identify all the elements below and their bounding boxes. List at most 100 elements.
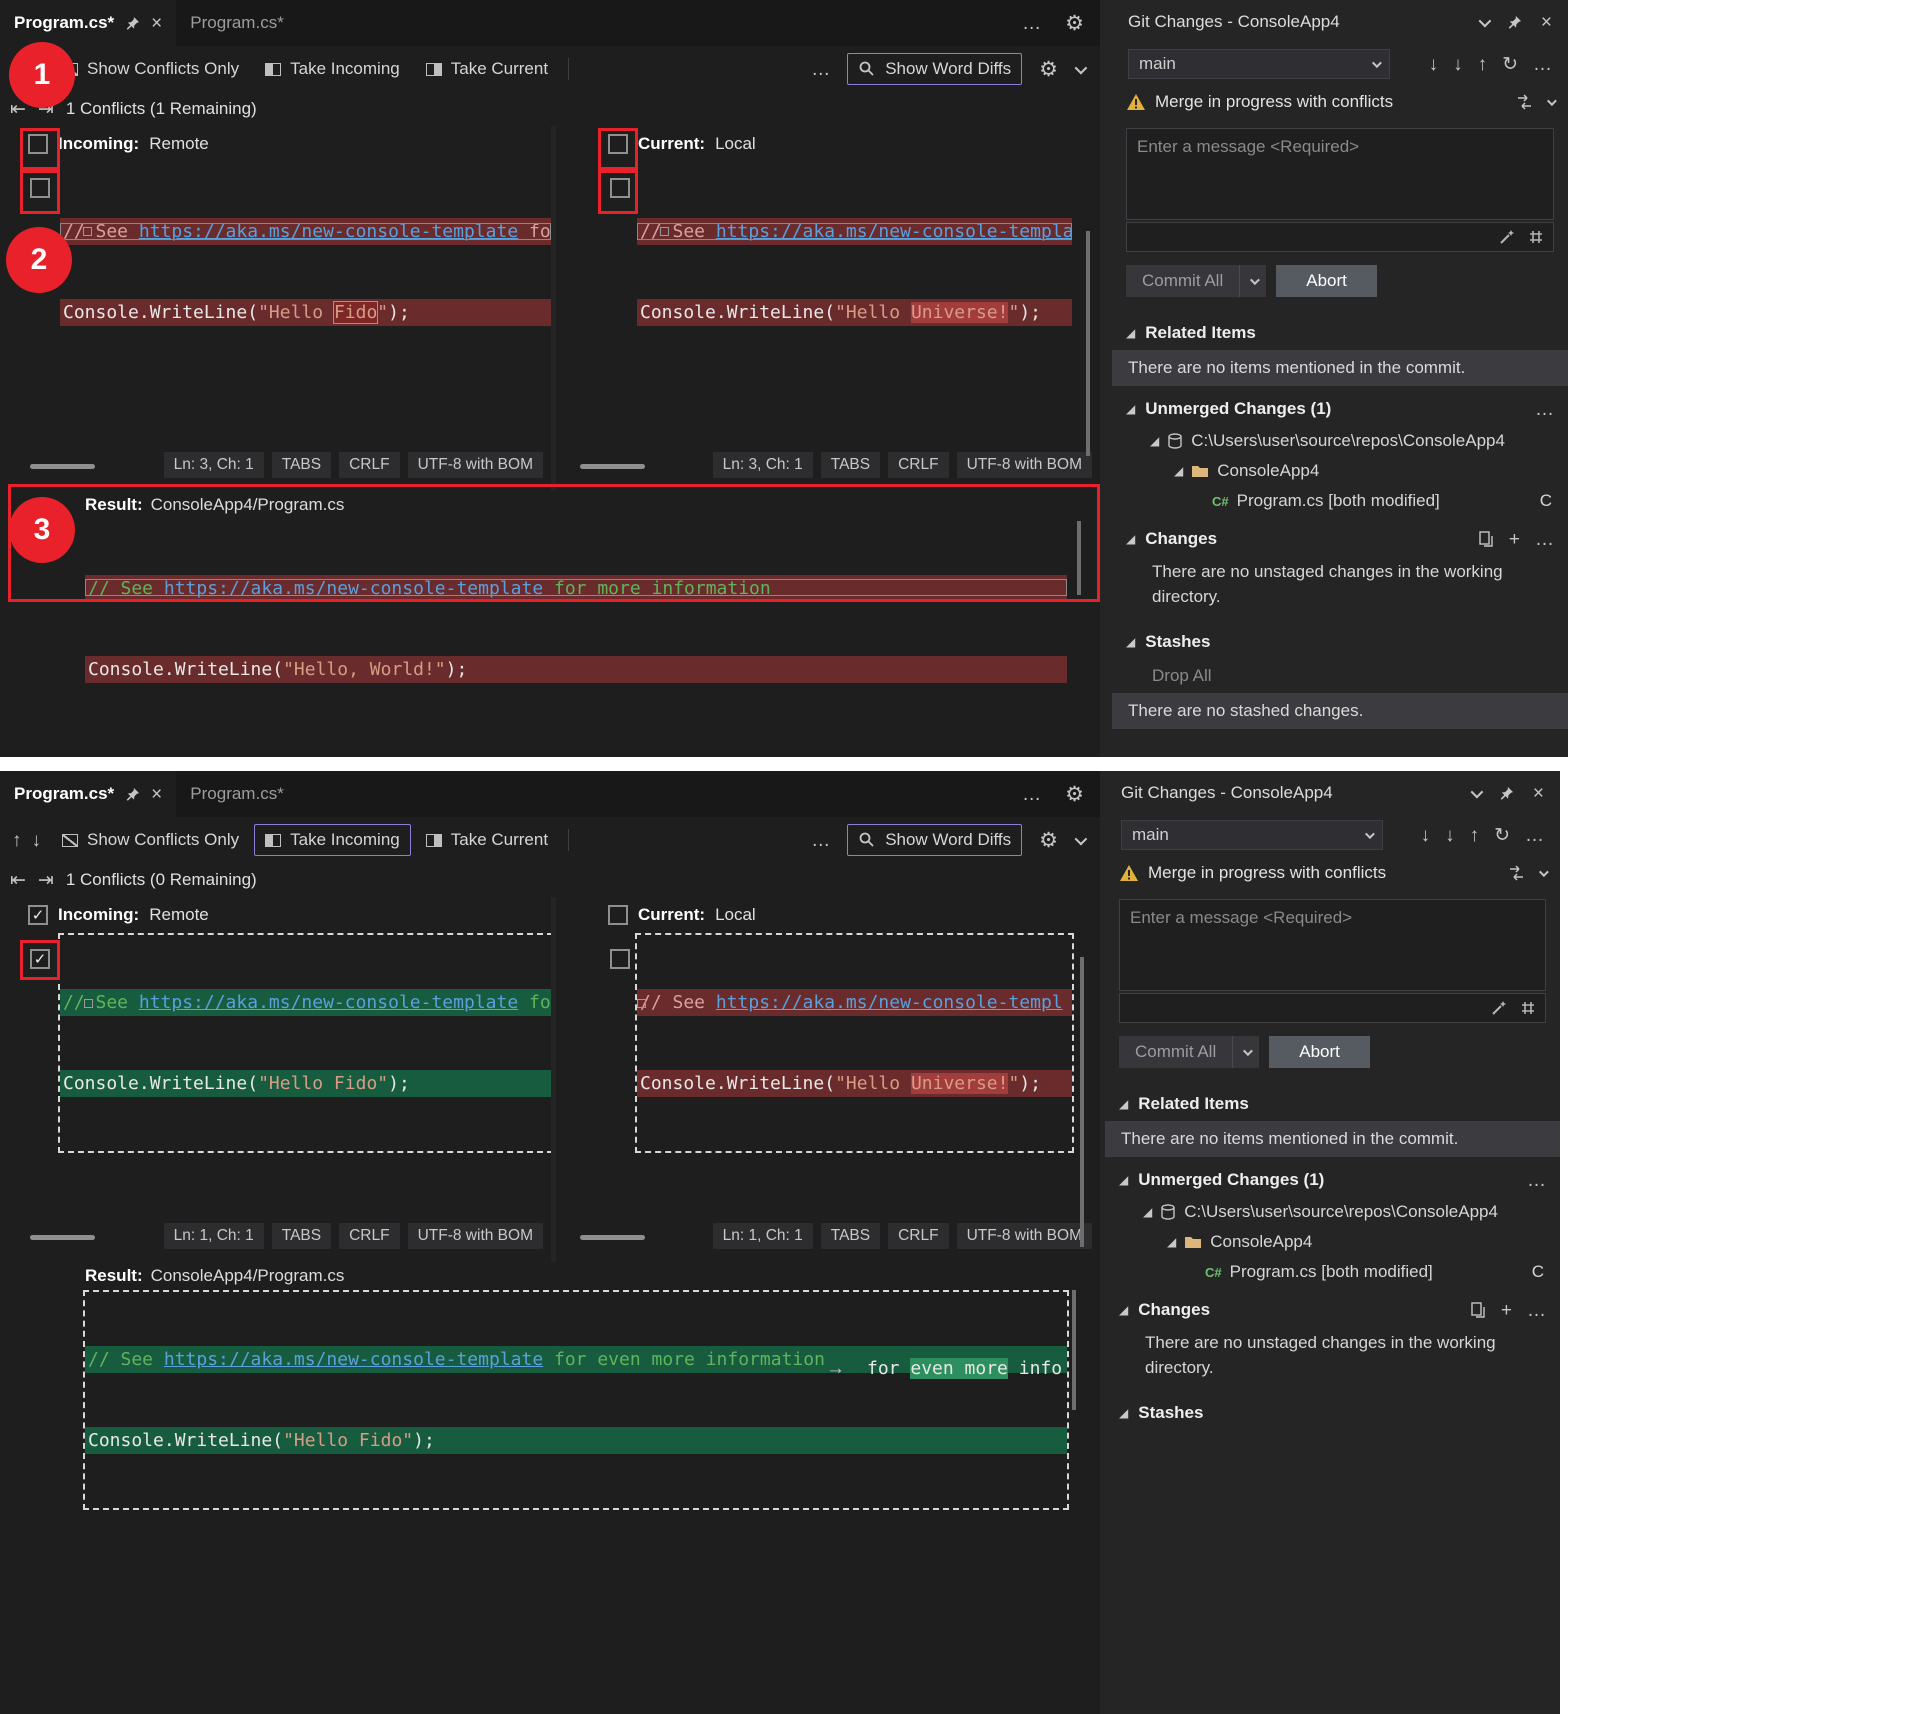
commit-message-input[interactable]: Enter a message <Required> xyxy=(1126,128,1554,220)
show-word-diffs-button[interactable]: Show Word Diffs xyxy=(847,824,1022,856)
expander-icon[interactable]: ◢ xyxy=(1150,434,1159,448)
chevron-down-icon[interactable] xyxy=(1478,14,1491,27)
more-tabs-icon[interactable]: … xyxy=(1022,14,1041,33)
prev-conflict-icon[interactable]: ↑ xyxy=(12,831,22,850)
more-tabs-icon[interactable]: … xyxy=(1022,785,1041,804)
wand-icon[interactable] xyxy=(1499,229,1515,245)
close-icon[interactable]: × xyxy=(1541,13,1552,32)
changes-section[interactable]: ◢ Changes + … xyxy=(1105,1291,1560,1327)
branch-selector[interactable]: main xyxy=(1128,49,1390,79)
compare-files-icon[interactable] xyxy=(1470,1302,1486,1318)
changes-section[interactable]: ◢ Changes + … xyxy=(1112,520,1568,556)
branch-compare-icon[interactable] xyxy=(1515,94,1534,110)
close-icon[interactable]: × xyxy=(151,785,162,804)
vertical-scrollbar[interactable] xyxy=(1086,231,1090,456)
wand-icon[interactable] xyxy=(1491,1000,1507,1016)
commit-options-dropdown[interactable] xyxy=(1239,265,1266,297)
goto-last-conflict-icon[interactable]: ⇥ xyxy=(38,871,54,890)
chevron-down-icon[interactable] xyxy=(1539,867,1549,877)
expander-icon[interactable]: ◢ xyxy=(1143,1205,1152,1219)
pin-icon[interactable] xyxy=(1499,786,1514,801)
take-incoming-button[interactable]: Take Incoming xyxy=(254,824,411,856)
tab-program-cs[interactable]: Program.cs* × xyxy=(0,771,176,817)
show-word-diffs-button[interactable]: Show Word Diffs xyxy=(847,53,1022,85)
commit-message-input[interactable]: Enter a message <Required> xyxy=(1119,899,1546,991)
expander-icon[interactable]: ◢ xyxy=(1126,402,1135,416)
ellipsis-icon[interactable]: … xyxy=(1527,1301,1546,1320)
related-items-section[interactable]: ◢ Related Items xyxy=(1105,1085,1560,1121)
take-current-button[interactable]: Take Current xyxy=(415,824,559,856)
abort-button[interactable]: Abort xyxy=(1269,1036,1370,1068)
current-checkbox[interactable] xyxy=(608,905,628,925)
status-tabs[interactable]: TABS xyxy=(821,1223,880,1249)
status-line-col[interactable]: Ln: 3, Ch: 1 xyxy=(713,452,813,478)
expander-icon[interactable]: ◢ xyxy=(1119,1173,1128,1187)
branch-compare-icon[interactable] xyxy=(1507,865,1526,881)
current-code[interactable]: // See https://aka.ms/new-console-templ … xyxy=(637,935,1072,1151)
pin-icon[interactable] xyxy=(1507,15,1522,30)
status-encoding[interactable]: UTF-8 with BOM xyxy=(408,1223,543,1249)
unmerged-changes-section[interactable]: ◢ Unmerged Changes (1) … xyxy=(1112,390,1568,426)
tab-program-cs[interactable]: Program.cs* × xyxy=(0,0,176,46)
expander-icon[interactable]: ◢ xyxy=(1126,326,1135,340)
status-tabs[interactable]: TABS xyxy=(272,452,331,478)
incoming-code[interactable]: // See https://aka.ms/new-console-templa… xyxy=(60,935,551,1151)
fetch-icon[interactable]: ↓ xyxy=(1421,826,1431,845)
result-code[interactable]: // See https://aka.ms/new-console-templa… xyxy=(85,1292,1067,1508)
pull-icon[interactable]: ↓ xyxy=(1445,826,1455,845)
ellipsis-icon[interactable]: … xyxy=(1535,400,1554,419)
grid-icon[interactable] xyxy=(1528,229,1544,245)
take-current-button[interactable]: Take Current xyxy=(415,53,559,85)
ellipsis-icon[interactable]: … xyxy=(1535,530,1554,549)
stashes-section[interactable]: ◢ Stashes xyxy=(1112,623,1568,659)
tab-program-cs-2[interactable]: Program.cs* xyxy=(176,771,298,817)
grid-icon[interactable] xyxy=(1520,1000,1536,1016)
related-items-section[interactable]: ◢ Related Items xyxy=(1112,314,1568,350)
settings-gear-icon[interactable]: ⚙ xyxy=(1039,59,1058,80)
stage-all-plus-icon[interactable]: + xyxy=(1501,1301,1512,1320)
goto-first-conflict-icon[interactable]: ⇤ xyxy=(10,871,26,890)
commit-all-button[interactable]: Commit All xyxy=(1119,1036,1232,1068)
status-line-ending[interactable]: CRLF xyxy=(888,452,948,478)
pin-icon[interactable] xyxy=(125,787,140,802)
drop-all-item[interactable]: Drop All xyxy=(1112,659,1568,693)
current-code[interactable]: // See https://aka.ms/new-console-templa… xyxy=(637,164,1072,380)
close-icon[interactable]: × xyxy=(151,14,162,33)
status-line-col[interactable]: Ln: 3, Ch: 1 xyxy=(164,452,264,478)
pull-icon[interactable]: ↓ xyxy=(1453,55,1463,74)
status-encoding[interactable]: UTF-8 with BOM xyxy=(408,452,543,478)
vertical-scrollbar[interactable] xyxy=(1072,1290,1076,1410)
file-node[interactable]: C# Program.cs [both modified] C xyxy=(1112,486,1568,516)
expander-icon[interactable]: ◢ xyxy=(1174,464,1183,478)
pin-icon[interactable] xyxy=(125,16,140,31)
ellipsis-icon[interactable]: … xyxy=(1533,55,1552,74)
ellipsis-icon[interactable]: … xyxy=(1527,1171,1546,1190)
stashes-section[interactable]: ◢ Stashes xyxy=(1105,1394,1560,1430)
expander-icon[interactable]: ◢ xyxy=(1126,635,1135,649)
refresh-icon[interactable]: ↻ xyxy=(1494,826,1510,845)
expander-icon[interactable]: ◢ xyxy=(1126,532,1135,546)
gear-icon[interactable]: ⚙ xyxy=(1065,13,1084,34)
status-line-col[interactable]: Ln: 1, Ch: 1 xyxy=(164,1223,264,1249)
chevron-down-icon[interactable] xyxy=(1470,785,1483,798)
expander-icon[interactable]: ◢ xyxy=(1119,1097,1128,1111)
expander-icon[interactable]: ◢ xyxy=(1167,1235,1176,1249)
status-line-ending[interactable]: CRLF xyxy=(888,1223,948,1249)
chevron-down-icon[interactable] xyxy=(1547,96,1557,106)
refresh-icon[interactable]: ↻ xyxy=(1502,55,1518,74)
next-conflict-icon[interactable]: ↓ xyxy=(32,831,42,850)
ellipsis-icon[interactable]: … xyxy=(1525,826,1544,845)
incoming-checkbox[interactable]: ✓ xyxy=(28,905,48,925)
repo-node[interactable]: ◢ C:\Users\user\source\repos\ConsoleApp4 xyxy=(1105,1197,1560,1227)
gear-icon[interactable]: ⚙ xyxy=(1065,784,1084,805)
commit-all-button[interactable]: Commit All xyxy=(1126,265,1239,297)
fetch-icon[interactable]: ↓ xyxy=(1429,55,1439,74)
abort-button[interactable]: Abort xyxy=(1276,265,1377,297)
status-line-ending[interactable]: CRLF xyxy=(339,452,399,478)
project-node[interactable]: ◢ ConsoleApp4 xyxy=(1105,1227,1560,1257)
settings-gear-icon[interactable]: ⚙ xyxy=(1039,830,1058,851)
stage-all-plus-icon[interactable]: + xyxy=(1509,530,1520,549)
show-conflicts-only-button[interactable]: Show Conflicts Only xyxy=(51,53,250,85)
incoming-code[interactable]: // See https://aka.ms/new-console-templa… xyxy=(60,164,551,380)
vertical-scrollbar[interactable] xyxy=(1080,957,1084,1247)
